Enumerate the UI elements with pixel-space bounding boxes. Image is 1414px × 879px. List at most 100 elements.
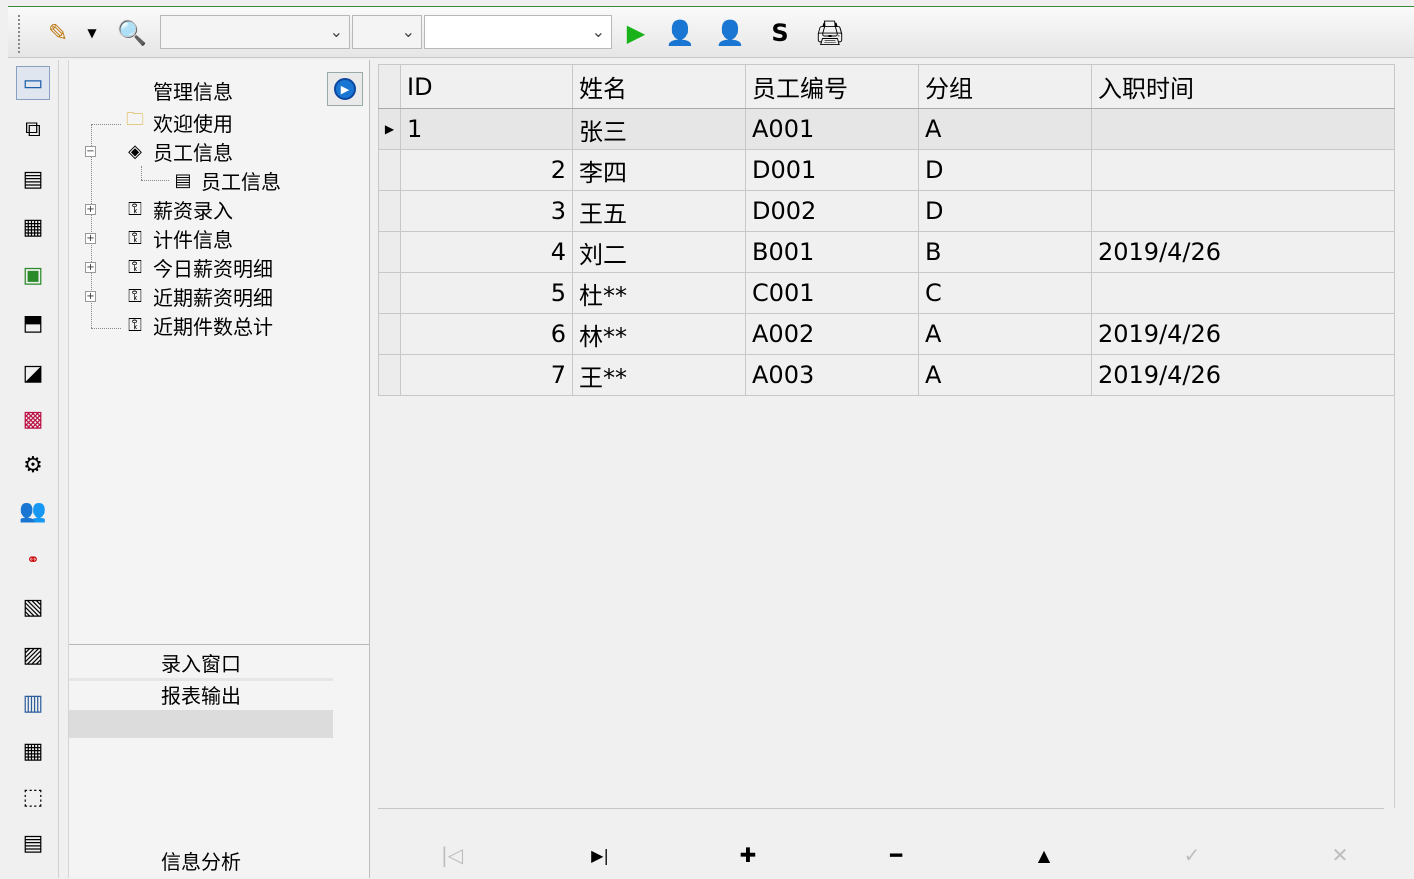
document-icon[interactable]: ▦ <box>16 210 50 244</box>
last-record-button[interactable]: ▶| <box>580 839 620 871</box>
cell-group[interactable]: A <box>918 108 1092 150</box>
tree-item-employee-info[interactable]: ◈ 员工信息 <box>121 137 233 165</box>
cell-code[interactable]: B001 <box>745 231 919 273</box>
cell-code[interactable]: C001 <box>745 272 919 314</box>
cell-name[interactable]: 杜** <box>572 272 746 314</box>
hierarchy-icon[interactable]: ⧉ <box>16 112 50 146</box>
table-row[interactable]: 3 王五 D002 D <box>378 190 1395 232</box>
cell-hire-date[interactable]: 2019/4/26 <box>1091 231 1395 273</box>
row-indicator[interactable] <box>378 149 401 191</box>
grid-icon[interactable]: ▤ <box>16 162 50 196</box>
column-header-name[interactable]: 姓名 <box>572 64 746 109</box>
table-row[interactable]: ▶ 1 张三 A001 A <box>378 108 1395 150</box>
cell-code[interactable]: A001 <box>745 108 919 150</box>
settings-icon[interactable]: ⚙ <box>16 448 50 482</box>
row-indicator[interactable] <box>378 354 401 396</box>
cell-name[interactable]: 张三 <box>572 108 746 150</box>
cell-id[interactable]: 3 <box>400 190 573 232</box>
cell-hire-date[interactable] <box>1091 272 1395 314</box>
table-row[interactable]: 5 杜** C001 C <box>378 272 1395 314</box>
print-form-icon[interactable]: ⬒ <box>16 306 50 340</box>
find-person-icon[interactable]: 👤 <box>664 17 696 49</box>
cell-name[interactable]: 王五 <box>572 190 746 232</box>
row-indicator[interactable]: ▶ <box>378 108 401 150</box>
tree-item-salary-entry[interactable]: ⚿ 薪资录入 <box>121 195 233 223</box>
section-report-output[interactable]: 报表输出 <box>69 680 333 708</box>
users-icon[interactable]: 👥 <box>16 494 50 528</box>
cell-id[interactable]: 7 <box>400 354 573 396</box>
keypad-icon[interactable]: ▦ <box>16 734 50 768</box>
tree-expand-toggle[interactable]: + <box>85 262 96 273</box>
tree-item-employee-info-form[interactable]: ▤ 员工信息 <box>169 166 281 194</box>
edit-record-button[interactable]: ▲ <box>1024 839 1064 871</box>
cell-hire-date[interactable] <box>1091 108 1395 150</box>
calendar-icon[interactable]: ▥ <box>16 686 50 720</box>
cell-code[interactable]: D002 <box>745 190 919 232</box>
find-person-2-icon[interactable]: 👤 <box>714 17 746 49</box>
cell-id[interactable]: 5 <box>400 272 573 314</box>
column-header-group[interactable]: 分组 <box>918 64 1092 109</box>
cell-group[interactable]: C <box>918 272 1092 314</box>
section-entry-window[interactable]: 录入窗口 <box>69 648 333 681</box>
report-icon[interactable]: ▧ <box>16 590 50 624</box>
section-blank[interactable] <box>69 710 333 738</box>
swap-icon[interactable]: S <box>764 17 796 49</box>
table-row[interactable]: 7 王** A003 A 2019/4/26 <box>378 354 1395 396</box>
printer-icon[interactable]: 🖨 <box>814 17 846 49</box>
post-record-button[interactable]: ✓ <box>1172 839 1212 871</box>
cell-code[interactable]: A002 <box>745 313 919 355</box>
tree-item-piecework-info[interactable]: ⚿ 计件信息 <box>121 224 233 252</box>
cell-id[interactable]: 6 <box>400 313 573 355</box>
cell-id[interactable]: 2 <box>400 149 573 191</box>
cell-name[interactable]: 王** <box>572 354 746 396</box>
row-indicator[interactable] <box>378 313 401 355</box>
cell-name[interactable]: 林** <box>572 313 746 355</box>
tree-item-welcome[interactable]: 🗀 欢迎使用 <box>121 108 233 136</box>
cancel-record-button[interactable]: ✕ <box>1320 839 1360 871</box>
cell-hire-date[interactable] <box>1091 190 1395 232</box>
dropdown-arrow-icon[interactable]: ▼ <box>84 17 100 49</box>
tree-expand-toggle[interactable]: + <box>85 233 96 244</box>
search-doc-icon[interactable]: 🔍 <box>116 17 148 49</box>
tree-expand-toggle[interactable]: + <box>85 204 96 215</box>
links-icon[interactable]: ⚭ <box>16 542 50 576</box>
export-icon[interactable]: ▨ <box>16 638 50 672</box>
column-header-hire-date[interactable]: 入职时间 <box>1091 64 1395 109</box>
chevron-down-icon[interactable]: ⌄ <box>592 22 605 41</box>
tree-item-recent-piece-total[interactable]: ⚿ 近期件数总计 <box>121 311 273 339</box>
cell-code[interactable]: A003 <box>745 354 919 396</box>
cell-group[interactable]: B <box>918 231 1092 273</box>
cell-name[interactable]: 李四 <box>572 149 746 191</box>
row-indicator[interactable] <box>378 231 401 273</box>
column-header-id[interactable]: ID <box>400 64 573 109</box>
tree-item-today-salary[interactable]: ⚿ 今日薪资明细 <box>121 253 273 281</box>
tree-collapse-toggle[interactable]: − <box>85 146 96 157</box>
chevron-down-icon[interactable]: ⌄ <box>330 22 343 41</box>
collapse-button[interactable]: ▶ <box>327 72 363 106</box>
cell-group[interactable]: A <box>918 354 1092 396</box>
column-header-code[interactable]: 员工编号 <box>745 64 919 109</box>
chart-icon[interactable]: ▣ <box>16 258 50 292</box>
chevron-down-icon[interactable]: ⌄ <box>402 22 415 41</box>
window-icon[interactable]: ▭ <box>16 66 50 100</box>
run-icon[interactable]: ▶ <box>620 17 652 49</box>
table-icon[interactable]: ◪ <box>16 356 50 390</box>
tree-expand-toggle[interactable]: + <box>85 291 96 302</box>
insert-record-button[interactable]: ✚ <box>728 839 768 871</box>
combo-field-2[interactable]: ⌄ <box>352 15 422 49</box>
notes-icon[interactable]: ▤ <box>16 826 50 860</box>
delete-record-button[interactable]: ━ <box>876 839 916 871</box>
combo-field-1[interactable]: ⌄ <box>160 15 350 49</box>
section-info-analysis[interactable]: 信息分析 <box>69 846 333 876</box>
combo-field-3[interactable]: ⌄ <box>424 15 612 49</box>
cell-code[interactable]: D001 <box>745 149 919 191</box>
cell-group[interactable]: D <box>918 149 1092 191</box>
cell-id[interactable]: 4 <box>400 231 573 273</box>
cell-id[interactable]: 1 <box>400 108 573 150</box>
table-row[interactable]: 4 刘二 B001 B 2019/4/26 <box>378 231 1395 273</box>
toolbar-grip[interactable] <box>18 15 20 53</box>
tree-item-recent-salary[interactable]: ⚿ 近期薪资明细 <box>121 282 273 310</box>
first-record-button[interactable]: |◁ <box>432 839 472 871</box>
cell-name[interactable]: 刘二 <box>572 231 746 273</box>
cell-group[interactable]: A <box>918 313 1092 355</box>
